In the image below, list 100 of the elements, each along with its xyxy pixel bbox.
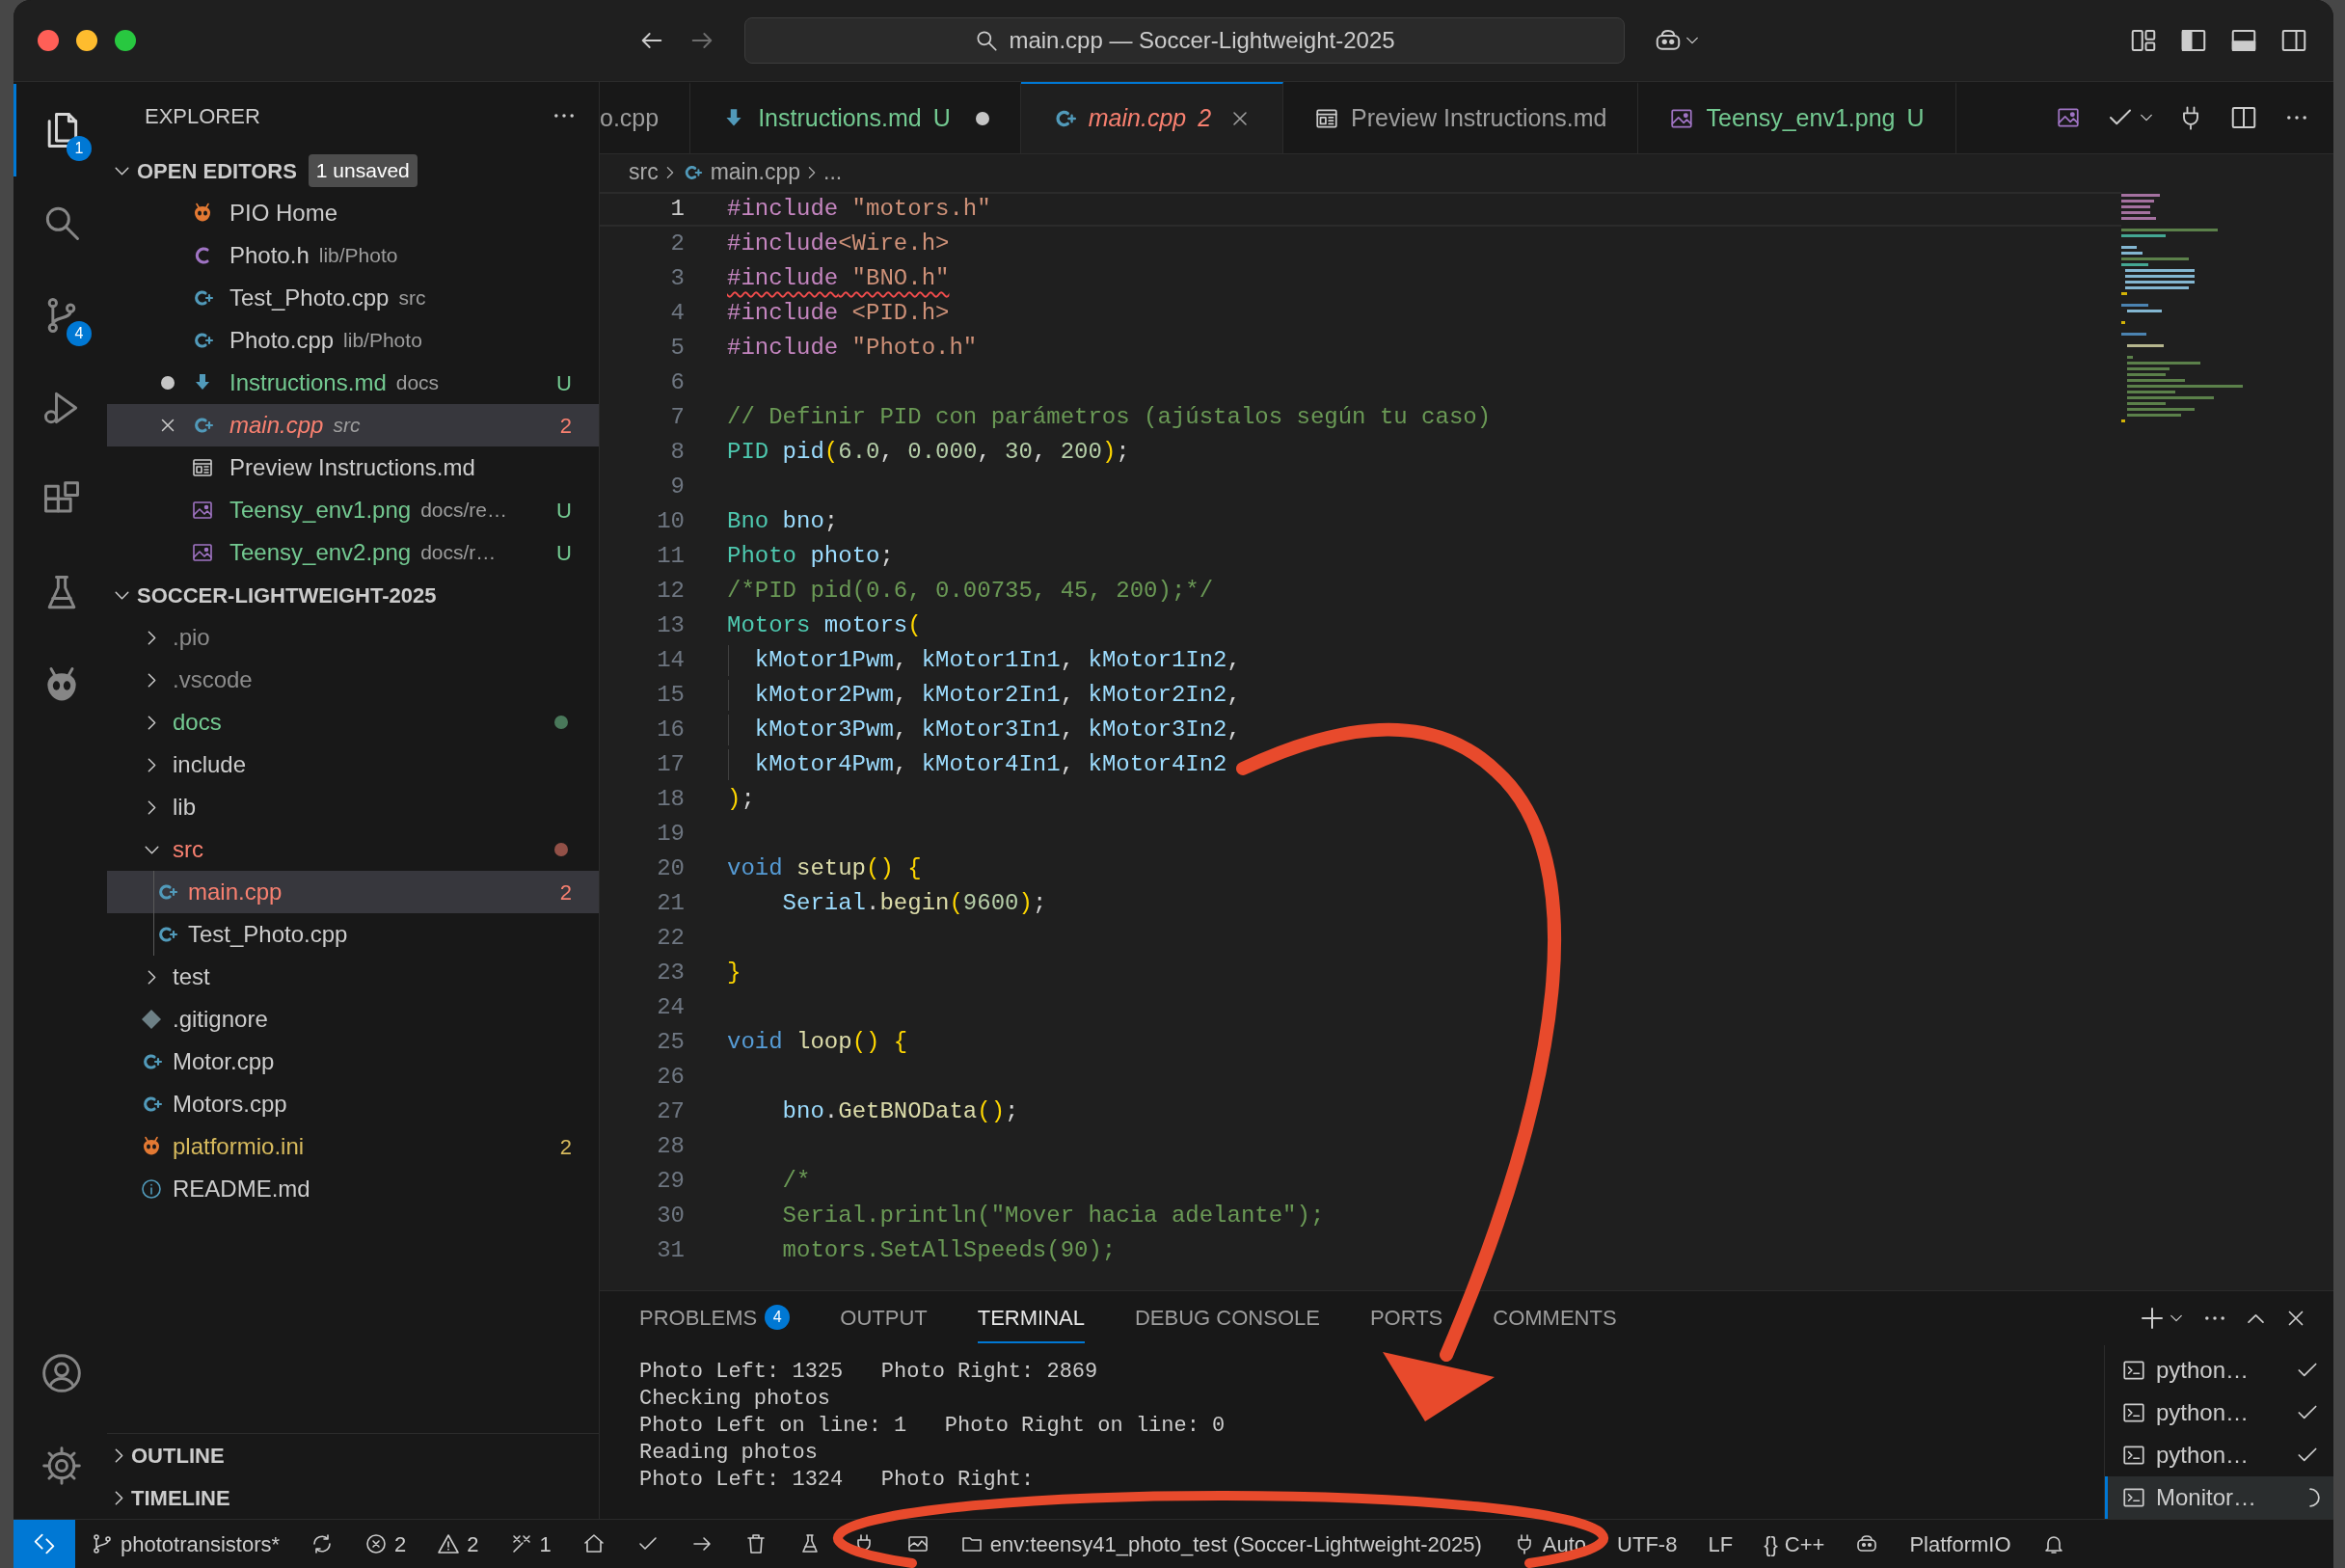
activity-item[interactable]: 1 [13, 84, 107, 176]
file-item[interactable]: README.md [107, 1168, 599, 1210]
line-number: 20 [656, 854, 685, 883]
diamond-icon [140, 1008, 163, 1031]
file-name: Teensy_env1.png [229, 496, 412, 525]
status-item[interactable]: LF [1692, 1520, 1749, 1568]
tab-label: Instructions.md [758, 103, 922, 134]
line-number: 25 [656, 1028, 685, 1057]
file-path: src [398, 285, 426, 311]
line-number: 29 [656, 1167, 685, 1196]
code-line: /*PID pid(0.6, 0.00735, 45, 200);*/ [727, 577, 1214, 606]
file-item[interactable]: Test_Photo.cpp src [107, 277, 599, 319]
folder-item[interactable]: test [107, 956, 599, 998]
git-status-letter: 2 [559, 412, 572, 440]
caret-icon[interactable] [2141, 114, 2152, 122]
image-icon[interactable] [2056, 105, 2081, 130]
maximize-button[interactable] [115, 30, 136, 51]
settings-icon [40, 1445, 83, 1487]
terminal-item[interactable]: Monitor… [2105, 1476, 2333, 1519]
line-number: 8 [669, 438, 685, 467]
folder-item[interactable]: include [107, 743, 599, 786]
breadcrumb-item[interactable]: src [629, 155, 659, 189]
status-item[interactable]: 1 [494, 1520, 567, 1568]
status-item[interactable]: UTF-8 [1602, 1520, 1693, 1568]
breadcrumb-item[interactable]: main.cpp [710, 155, 800, 189]
code-line: // Definir PID con parámetros (ajústalos según tu caso) [727, 403, 1492, 432]
code-line: } [727, 959, 741, 987]
terminal-name: python… [2156, 1398, 2250, 1427]
chevron-icon [115, 166, 129, 176]
code-line: void setup() { [727, 854, 922, 883]
file-item[interactable]: Motor.cpp [107, 1041, 599, 1083]
line-number: 26 [656, 1063, 685, 1092]
section-header[interactable]: OUTLINE [107, 1434, 599, 1476]
folder-item[interactable]: docs [107, 701, 599, 743]
status-item[interactable]: phototransistors* [75, 1520, 296, 1568]
section-header[interactable]: SOCCER-LIGHTWEIGHT-2025 [107, 574, 599, 616]
code-line: #include "motors.h" [727, 195, 991, 224]
status-text: 2 [467, 1530, 479, 1558]
file-item[interactable]: platformio.ini 2 [107, 1125, 599, 1168]
file-item[interactable]: Teensy_env2.png docs/r… U [107, 531, 599, 574]
status-item[interactable]: {} C++ [1748, 1520, 1841, 1568]
file-item[interactable]: Instructions.md docs U [107, 362, 599, 404]
file-item[interactable]: Photo.h lib/Photo [107, 234, 599, 277]
code-line: void loop() { [727, 1028, 908, 1057]
folder-item[interactable]: .pio [107, 616, 599, 659]
panel-tab[interactable]: COMMENTS [1493, 1293, 1617, 1343]
panel-tab[interactable]: TERMINAL [977, 1293, 1085, 1343]
panel-tab[interactable]: OUTPUT [840, 1293, 928, 1343]
minimize-button[interactable] [76, 30, 97, 51]
terminal-item[interactable]: python… [2105, 1349, 2333, 1392]
preview-icon [191, 456, 214, 479]
line-number: 22 [656, 924, 685, 953]
editor-tab[interactable]: o.cpp [600, 82, 691, 153]
caret-icon[interactable] [2170, 1314, 2182, 1322]
terminal-item[interactable]: python… [2105, 1392, 2333, 1434]
folder-item[interactable]: .vscode [107, 659, 599, 701]
line-number: 7 [669, 403, 685, 432]
status-text: env:teensy41_photo_test (Soccer-Lightweight-2025) [989, 1530, 1482, 1558]
status-text: UTF-8 [1617, 1530, 1678, 1558]
file-item[interactable]: PIO Home [107, 192, 599, 234]
count-badge: 4 [765, 1305, 791, 1330]
folder-item[interactable]: lib [107, 786, 599, 828]
warning-icon [437, 1532, 461, 1555]
account-icon [40, 1352, 83, 1394]
file-item[interactable]: Preview Instructions.md [107, 446, 599, 489]
section-header[interactable]: OPEN EDITORS 1 unsaved [107, 149, 599, 192]
close-button[interactable] [38, 30, 59, 51]
activity-item[interactable]: 4 [13, 269, 107, 362]
panel-tab[interactable]: DEBUG CONSOLE [1134, 1293, 1320, 1343]
terminal-item[interactable]: python… [2105, 1434, 2333, 1476]
chevron-icon [115, 1447, 123, 1463]
file-item[interactable]: Teensy_env1.png docs/re… U [107, 489, 599, 531]
status-item[interactable]: env:teensy41_photo_test (Soccer-Lightweight-2025) [944, 1520, 1497, 1568]
image-icon [191, 541, 214, 564]
caret-icon[interactable] [1686, 37, 1698, 44]
code-line: Motors motors( [727, 611, 922, 640]
panel-tab[interactable]: PROBLEMS 4 [639, 1293, 791, 1343]
section-header[interactable]: TIMELINE [107, 1476, 599, 1519]
editor-tab[interactable]: main.cpp 2 [1020, 82, 1284, 153]
folder-item[interactable]: src [107, 828, 599, 871]
status-item[interactable]: 2 [349, 1520, 422, 1568]
terminal-icon [2121, 1358, 2146, 1383]
status-text: phototransistors* [121, 1530, 281, 1558]
breadcrumb-item[interactable]: ... [823, 155, 843, 189]
status-item[interactable]: PlatformIO [1894, 1520, 2027, 1568]
file-name: Test_Photo.cpp [188, 920, 348, 949]
command-center[interactable]: main.cpp — Soccer-Lightweight-2025 [744, 17, 1625, 64]
maximize-icon[interactable] [2248, 1312, 2264, 1324]
file-item[interactable]: Photo.cpp lib/Photo [107, 319, 599, 362]
file-item[interactable]: Motors.cpp [107, 1083, 599, 1125]
terminal-name: python… [2156, 1356, 2250, 1385]
file-item[interactable]: main.cpp 2 [107, 871, 599, 913]
file-item[interactable]: main.cpp src 2 [107, 404, 599, 446]
folder-name: src [173, 835, 203, 864]
status-item[interactable]: 2 [421, 1520, 495, 1568]
panel-tab[interactable]: PORTS [1369, 1293, 1443, 1343]
file-name: .gitignore [173, 1005, 268, 1034]
file-item[interactable]: .gitignore [107, 998, 599, 1041]
remote-button[interactable] [13, 1520, 75, 1568]
chevron-icon [808, 166, 816, 178]
